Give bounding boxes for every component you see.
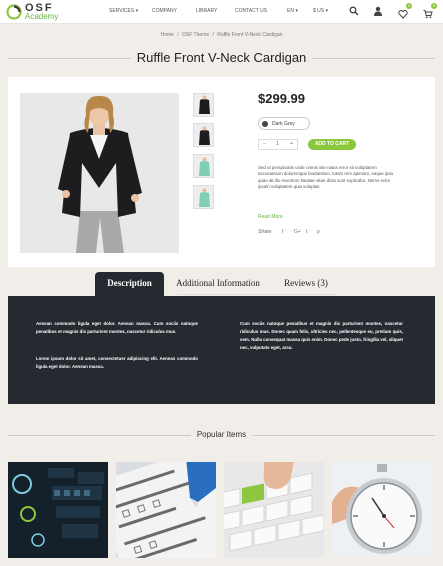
logo-subtext: Academy [25,12,59,21]
popular-items-header: Popular Items [8,429,435,441]
currency-label: $ US [313,8,325,14]
chevron-down-icon: ▾ [295,8,298,14]
model-photo [20,93,179,253]
pinterest-icon[interactable]: p [317,229,320,236]
add-to-cart-button[interactable]: ADD TO CART [308,139,356,150]
chevron-down-icon: ▾ [135,8,139,14]
logo-mark-icon [6,4,22,20]
cart-button[interactable]: 0 [423,3,437,19]
popular-items-title: Popular Items [8,429,435,441]
survey-form-image [116,462,216,558]
popular-items-title-text: Popular Items [190,430,253,439]
thumbnail-image [194,155,213,177]
popular-item-card[interactable] [116,462,216,558]
color-label: Dark Grey [272,121,295,127]
heart-icon [398,10,408,19]
thumbnail-image [194,186,213,208]
product-short-description: Sed ut perspiciatis unde omnis iste natu… [258,165,393,190]
product-main-image[interactable] [20,93,179,253]
product-thumbnail[interactable] [193,154,214,178]
description-paragraph: Cum sociis natoque penatibus et magnis d… [240,321,403,350]
breadcrumb-separator: / [212,32,214,38]
nav-contact[interactable]: CONTACT US [235,8,267,14]
popular-item-card[interactable] [332,462,432,558]
nav-services-label: SERVICES [109,8,135,14]
cart-count-badge: 0 [431,3,437,9]
product-price: $299.99 [258,91,305,106]
currency-selector[interactable]: $ US ▾ [313,8,328,14]
wishlist-button[interactable]: 0 [398,3,412,19]
color-swatch-selector[interactable]: Dark Grey [258,117,310,130]
breadcrumb-current: Ruffle Front V-Neck Cardigan [217,32,283,38]
page-title-row: Ruffle Front V-Neck Cardigan [8,50,435,66]
quantity-stepper: − 1 + [258,139,298,150]
site-header: OSF Academy SERVICES ▾ COMPANY LIBRARY C… [0,0,443,24]
tab-panel-description: Aenean commodo ligula eget dolor. Aenean… [8,296,435,404]
google-plus-icon[interactable]: G+ [294,229,301,236]
share-label: Share [258,229,272,235]
logo[interactable]: OSF Academy [6,2,76,22]
product-thumbnail[interactable] [193,93,214,117]
read-more-link[interactable]: Read More [258,214,283,220]
page-title: Ruffle Front V-Neck Cardigan [8,50,435,66]
twitter-icon[interactable]: t [306,229,307,236]
page-title-text: Ruffle Front V-Neck Cardigan [130,50,313,65]
description-paragraph: Aenean commodo ligula eget dolor. Aenean… [36,321,198,334]
thumbnail-image [194,124,213,146]
keyboard-image [224,462,324,558]
wishlist-count-badge: 0 [406,3,412,9]
product-thumbnail[interactable] [193,185,214,209]
nav-library[interactable]: LIBRARY [196,8,217,14]
popular-item-card[interactable] [224,462,324,558]
product-tabs: Description Additional Information Revie… [0,272,443,297]
tabs-underline [178,294,338,295]
quantity-increase-button[interactable]: + [290,140,293,149]
tab-description[interactable]: Description [95,272,164,297]
dashboard-image [8,462,108,558]
quantity-decrease-button[interactable]: − [263,140,266,149]
breadcrumb: Home / OSF Theme / Ruffle Front V-Neck C… [0,32,443,38]
product-panel: $299.99 Dark Grey − 1 + ADD TO CART Sed … [8,77,435,267]
language-label: EN [287,8,294,14]
color-dot [262,121,268,127]
stopwatch-image [332,462,432,558]
cart-icon [423,10,433,19]
search-icon[interactable] [349,6,359,16]
breadcrumb-home[interactable]: Home [160,32,173,38]
breadcrumb-separator: / [177,32,179,38]
product-thumbnail[interactable] [193,123,214,147]
language-selector[interactable]: EN ▾ [287,8,298,14]
description-paragraph: Lorem ipsum dolor sit amet, consectetuer… [36,356,198,369]
quantity-input[interactable]: 1 [276,140,279,149]
thumbnail-image [194,94,213,116]
nav-company[interactable]: COMPANY [152,8,177,14]
nav-services[interactable]: SERVICES ▾ [109,8,138,14]
user-icon[interactable] [373,6,383,16]
chevron-down-icon: ▾ [325,8,329,14]
popular-item-card[interactable] [8,462,108,558]
breadcrumb-category[interactable]: OSF Theme [182,32,209,38]
facebook-icon[interactable]: f [282,229,283,236]
